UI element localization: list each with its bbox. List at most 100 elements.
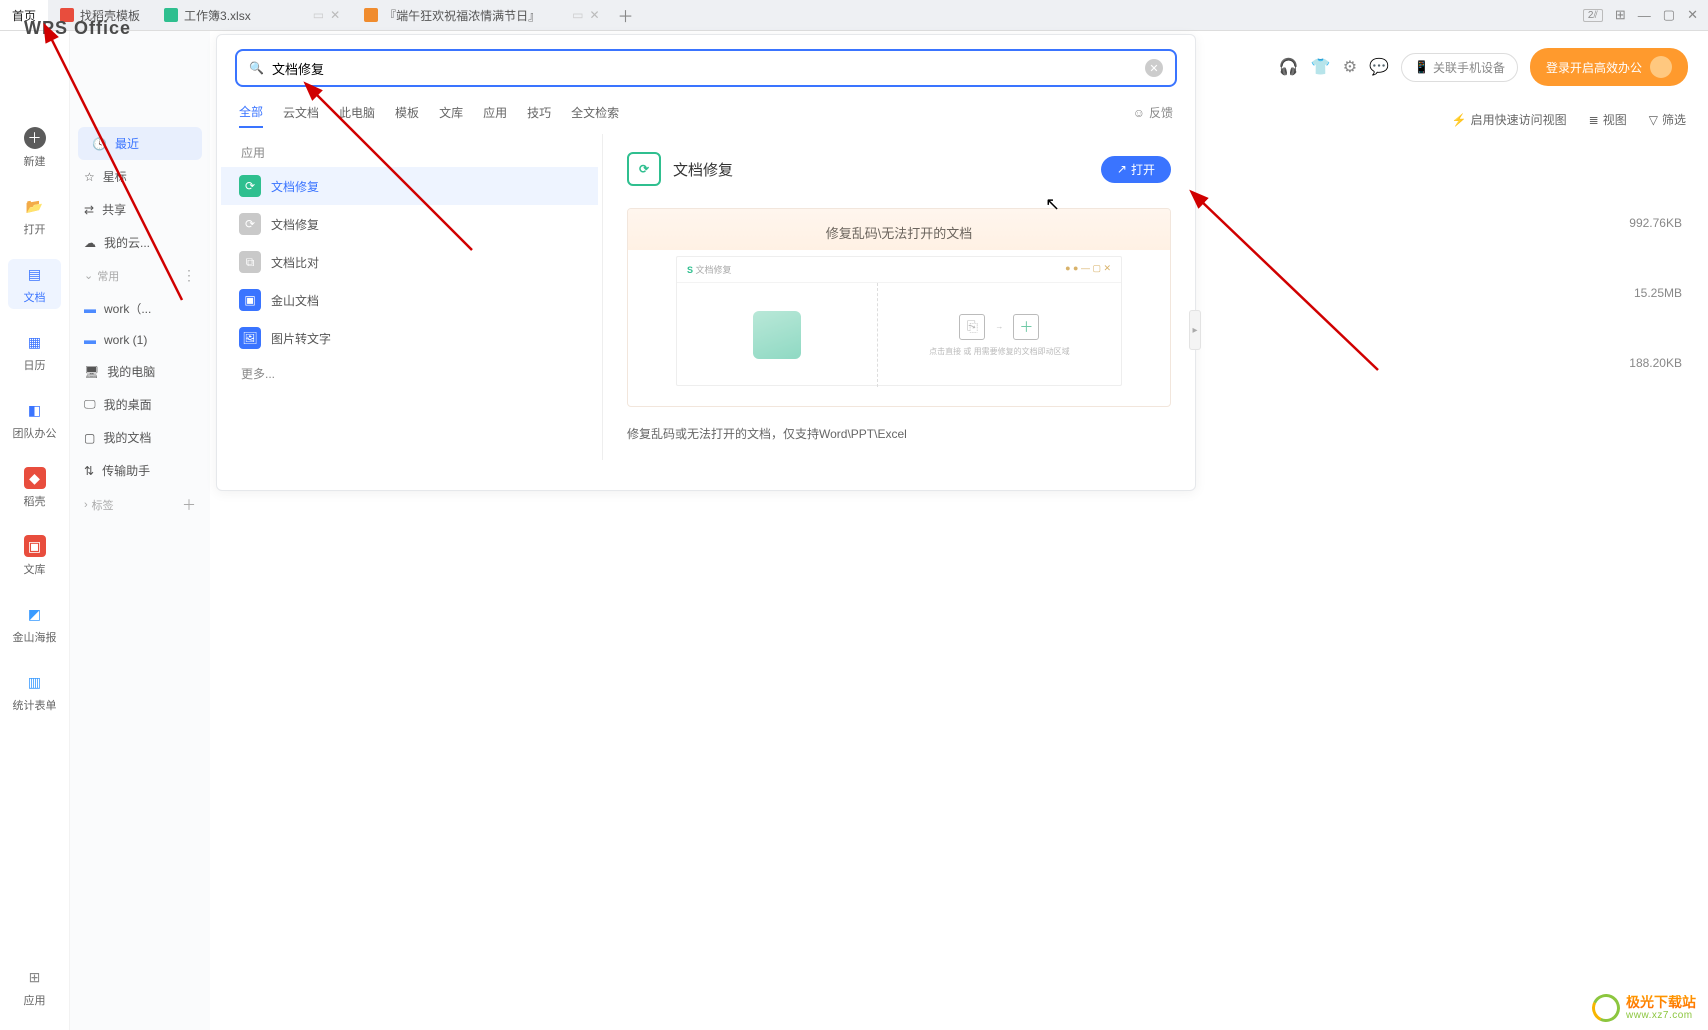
sidebar-share[interactable]: ⇄ 共享 (70, 193, 210, 226)
open-button[interactable]: ↗ 打开 (1101, 156, 1171, 183)
rail-library[interactable]: ▣ 文库 (0, 531, 69, 581)
file-size-3: 188.20KB (1629, 356, 1682, 370)
rail-open-label: 打开 (24, 221, 46, 237)
sidebar-share-label: 共享 (102, 201, 126, 218)
rail-new[interactable]: ＋ 新建 (0, 123, 69, 173)
search-tab-apps[interactable]: 应用 (483, 98, 507, 127)
rail-poster[interactable]: ◩ 金山海报 (0, 599, 69, 649)
sidebar-work2-label: work (1) (104, 333, 147, 347)
repair-large-icon: ⟳ (639, 162, 649, 176)
result-jinshan-docs[interactable]: ▣ 金山文档 (221, 281, 598, 319)
search-tab-tips[interactable]: 技巧 (527, 98, 551, 127)
sidebar-mycloud[interactable]: ☁ 我的云... (70, 226, 210, 259)
feedback-link[interactable]: ☺ 反馈 (1133, 104, 1173, 121)
quick-view-toggle[interactable]: ⚡ 启用快速访问视图 (1452, 111, 1567, 128)
grid-icon[interactable]: ⊞ (1615, 7, 1626, 23)
plus-icon: ＋ (24, 127, 46, 149)
rail-team[interactable]: ◧ 团队办公 (0, 395, 69, 445)
search-box[interactable]: 🔍 ✕ (235, 49, 1177, 87)
sidebar-star-label: 星标 (103, 168, 127, 185)
jinshan-icon: ▣ (239, 289, 261, 311)
sidebar-mydocs[interactable]: ▢ 我的文档 (70, 421, 210, 454)
search-input[interactable] (272, 61, 1137, 76)
sidebar-work1[interactable]: ▬ work（... (70, 292, 210, 325)
maximize-icon[interactable]: ▢ (1663, 7, 1675, 23)
sidebar-mydesktop[interactable]: 🖵 我的桌面 (70, 388, 210, 421)
sidebar-recent[interactable]: 🕓 最近 (78, 127, 202, 160)
rail-team-label: 团队办公 (13, 425, 57, 441)
file-size-1: 992.76KB (1629, 216, 1682, 230)
rail-rice-label: 稻壳 (24, 493, 46, 509)
gear-icon[interactable]: ⚙ (1343, 57, 1357, 77)
team-icon: ◧ (24, 399, 46, 421)
close-icon[interactable]: ✕ (330, 8, 340, 22)
detail-description: 修复乱码或无法打开的文档，仅支持Word\PPT\Excel (627, 425, 1171, 442)
folder-icon: ▬ (84, 333, 96, 347)
rail-docs[interactable]: ▤ 文档 (8, 259, 61, 309)
results-more[interactable]: 更多... (221, 357, 598, 390)
rail-rice[interactable]: ◆ 稻壳 (0, 463, 69, 513)
result-ocr[interactable]: 🖼 图片转文字 (221, 319, 598, 357)
add-icon[interactable]: ＋ (182, 495, 196, 515)
search-tab-library[interactable]: 文库 (439, 98, 463, 127)
close-icon[interactable]: ✕ (589, 8, 599, 22)
rail-poster-label: 金山海报 (13, 629, 57, 645)
search-tab-cloud[interactable]: 云文档 (283, 98, 319, 127)
rail-form[interactable]: ▥ 统计表单 (0, 667, 69, 717)
sidebar-work2[interactable]: ▬ work (1) (70, 325, 210, 355)
headset-icon[interactable]: 🎧 (1279, 57, 1299, 77)
slide-handle[interactable]: ▸ (1189, 310, 1201, 350)
rail-apps[interactable]: ⊞ 应用 (0, 962, 69, 1012)
tab-xlsx[interactable]: 工作簿3.xlsx ▭ ✕ (152, 0, 352, 30)
folder-icon: ▬ (84, 302, 96, 316)
sidebar-section-common-label: 常用 (97, 268, 119, 284)
link-device-button[interactable]: 📱 关联手机设备 (1401, 53, 1518, 82)
sidebar-mycomputer[interactable]: 🖥 我的电脑 (70, 355, 210, 388)
list-view-label: 视图 (1603, 111, 1627, 128)
view-mode-icon[interactable]: 2⫽ (1583, 9, 1603, 22)
search-tab-local[interactable]: 此电脑 (339, 98, 375, 127)
rice-square-icon: ◆ (24, 467, 46, 489)
result-label: 文档比对 (271, 254, 319, 271)
sidebar-star[interactable]: ☆ 星标 (70, 160, 210, 193)
tab-ppt[interactable]: 『端午狂欢祝福浓情满节日』 ▭ ✕ (352, 0, 611, 30)
watermark-line2: www.xz7.com (1626, 1010, 1696, 1021)
chevron-right-icon[interactable]: › (84, 499, 88, 511)
preview-box-doc-icon: ⎘ (959, 314, 985, 340)
sidebar-transfer[interactable]: ⇅ 传输助手 (70, 454, 210, 487)
results-section-title: 应用 (221, 140, 598, 167)
close-window-icon[interactable]: ✕ (1687, 7, 1698, 23)
preview-headline: 修复乱码\无法打开的文档 (628, 209, 1170, 250)
dropdown-icon[interactable]: ▭ (313, 8, 324, 22)
tab-add-button[interactable]: ＋ (612, 3, 640, 27)
dropdown-icon[interactable]: ▭ (572, 8, 583, 22)
rail-calendar[interactable]: ▦ 日历 (0, 327, 69, 377)
tab-ppt-label: 『端午狂欢祝福浓情满节日』 (384, 7, 540, 24)
chat-icon[interactable]: 💬 (1369, 57, 1389, 77)
form-icon: ▥ (24, 671, 46, 693)
search-results: 应用 ⟳ 文档修复 ⟳ 文档修复 ⧉ 文档比对 ▣ 金山文档 🖼 图片转文字 更… (217, 134, 603, 460)
sidebar-section-tags-label: 标签 (92, 497, 114, 513)
open-label: 打开 (1131, 161, 1155, 178)
window-controls: 2⫽ ⊞ — ▢ ✕ (1583, 7, 1708, 23)
chevron-down-icon[interactable]: ⌄ (84, 269, 93, 282)
more-icon[interactable]: ⋮ (182, 267, 196, 284)
result-doc-compare[interactable]: ⧉ 文档比对 (221, 243, 598, 281)
result-doc-repair-1[interactable]: ⟳ 文档修复 (221, 167, 598, 205)
result-doc-repair-2[interactable]: ⟳ 文档修复 (221, 205, 598, 243)
login-button[interactable]: 登录开启高效办公 (1530, 48, 1688, 86)
preview-card: 修复乱码\无法打开的文档 S 文档修复 ● ● — ▢ ✕ ⎘ (627, 208, 1171, 407)
clear-icon[interactable]: ✕ (1145, 59, 1163, 77)
search-tab-fulltext[interactable]: 全文检索 (571, 98, 619, 127)
watermark-line1: 极光下载站 (1626, 995, 1696, 1010)
rail-calendar-label: 日历 (24, 357, 46, 373)
shirt-icon[interactable]: 👕 (1311, 57, 1331, 77)
quick-view-label: 启用快速访问视图 (1471, 111, 1567, 128)
list-view-button[interactable]: ≣ 视图 (1589, 111, 1627, 128)
filter-button[interactable]: ▽ 筛选 (1649, 111, 1686, 128)
rail-open[interactable]: 📂 打开 (0, 191, 69, 241)
preview-box-text: 点击直接 或 用需要修复的文档即动区域 (929, 346, 1069, 357)
search-tab-all[interactable]: 全部 (239, 97, 263, 128)
search-tab-template[interactable]: 模板 (395, 98, 419, 127)
minimize-icon[interactable]: — (1638, 8, 1651, 23)
